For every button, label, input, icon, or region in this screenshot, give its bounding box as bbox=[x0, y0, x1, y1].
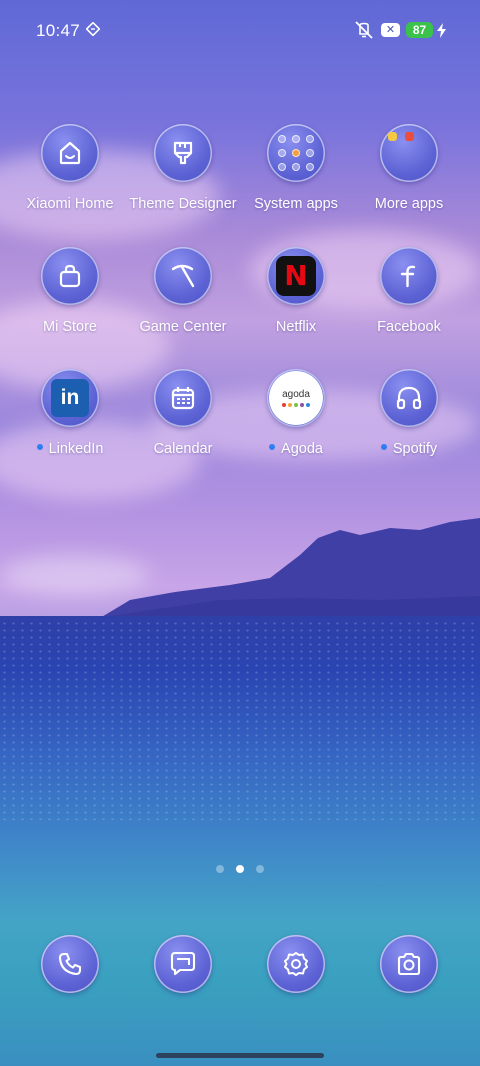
linkedin-icon[interactable]: in bbox=[41, 369, 99, 427]
game-center-icon[interactable] bbox=[154, 247, 212, 305]
app-facebook[interactable]: Facebook bbox=[352, 247, 466, 335]
new-install-dot bbox=[269, 444, 276, 451]
page-dot[interactable] bbox=[256, 865, 264, 873]
house-icon bbox=[59, 141, 81, 165]
theme-designer-icon[interactable] bbox=[154, 124, 212, 182]
netflix-icon[interactable]: N bbox=[267, 247, 325, 305]
charging-bolt-icon bbox=[437, 23, 446, 38]
shopping-bag-icon bbox=[59, 264, 81, 288]
messages-app-icon[interactable] bbox=[154, 935, 212, 993]
app-game-center[interactable]: Game Center bbox=[126, 247, 240, 335]
app-label: Game Center bbox=[139, 319, 227, 335]
app-label: Xiaomi Home bbox=[26, 196, 114, 212]
camera-app-icon[interactable] bbox=[380, 935, 438, 993]
linkedin-logo: in bbox=[51, 379, 89, 417]
headphones-icon bbox=[396, 386, 422, 410]
paintbrush-icon bbox=[173, 141, 193, 165]
folder-more-apps[interactable]: More apps bbox=[352, 124, 466, 212]
vibrate-off-icon bbox=[355, 21, 373, 39]
xiaomi-home-icon[interactable] bbox=[41, 124, 99, 182]
app-label: Netflix bbox=[275, 319, 317, 335]
app-netflix[interactable]: N Netflix bbox=[239, 247, 353, 335]
battery-indicator: 87 bbox=[406, 22, 433, 38]
calendar-icon bbox=[171, 387, 195, 410]
pickaxe-icon bbox=[171, 264, 195, 288]
facebook-f-icon bbox=[400, 265, 416, 288]
page-dot[interactable] bbox=[216, 865, 224, 873]
app-calendar[interactable]: Calendar bbox=[126, 369, 240, 457]
mi-store-icon[interactable] bbox=[41, 247, 99, 305]
clock: 10:47 bbox=[36, 21, 81, 40]
app-mi-store[interactable]: Mi Store bbox=[13, 247, 127, 335]
app-label: Mi Store bbox=[43, 319, 97, 335]
app-label: System apps bbox=[254, 196, 338, 212]
folder-system-apps[interactable]: System apps bbox=[239, 124, 353, 212]
app-label: LinkedIn bbox=[48, 441, 104, 457]
status-bar: 10:47 ✕ 87 bbox=[0, 0, 480, 60]
settings-icon bbox=[284, 952, 308, 976]
agoda-logo: agoda bbox=[269, 371, 323, 425]
more-apps-folder-icon[interactable] bbox=[380, 124, 438, 182]
phone-app-icon[interactable] bbox=[41, 935, 99, 993]
facebook-icon[interactable] bbox=[380, 247, 438, 305]
app-xiaomi-home[interactable]: Xiaomi Home bbox=[13, 124, 127, 212]
app-label: Facebook bbox=[377, 319, 441, 335]
folder-preview-icon bbox=[276, 133, 316, 173]
app-label: More apps bbox=[374, 196, 444, 212]
app-label: Agoda bbox=[281, 441, 323, 457]
mini-app-icon bbox=[388, 132, 397, 141]
new-install-dot bbox=[36, 444, 43, 451]
mountain-silhouette bbox=[100, 518, 480, 618]
new-install-dot bbox=[380, 444, 387, 451]
app-linkedin[interactable]: in LinkedIn bbox=[13, 369, 127, 457]
app-label: Theme Designer bbox=[129, 196, 237, 212]
netflix-logo: N bbox=[276, 256, 316, 296]
diamond-icon bbox=[86, 22, 100, 36]
app-label: Spotify bbox=[392, 441, 438, 457]
gesture-home-bar[interactable] bbox=[156, 1053, 324, 1058]
messages-icon bbox=[170, 951, 196, 976]
page-dot-active[interactable] bbox=[236, 865, 244, 873]
app-agoda[interactable]: agoda Agoda bbox=[239, 369, 353, 457]
app-label: Calendar bbox=[153, 441, 213, 457]
agoda-icon[interactable]: agoda bbox=[267, 369, 325, 427]
phone-icon bbox=[58, 952, 82, 976]
dock bbox=[0, 935, 480, 995]
system-apps-folder-icon[interactable] bbox=[267, 124, 325, 182]
notification-badge: ✕ bbox=[381, 23, 400, 37]
settings-app-icon[interactable] bbox=[267, 935, 325, 993]
page-indicator[interactable] bbox=[0, 865, 480, 873]
mini-app-icon bbox=[405, 132, 414, 141]
spotify-icon[interactable] bbox=[380, 369, 438, 427]
calendar-app-icon[interactable] bbox=[154, 369, 212, 427]
app-spotify[interactable]: Spotify bbox=[352, 369, 466, 457]
app-theme-designer[interactable]: Theme Designer bbox=[126, 124, 240, 212]
camera-icon bbox=[397, 952, 421, 976]
